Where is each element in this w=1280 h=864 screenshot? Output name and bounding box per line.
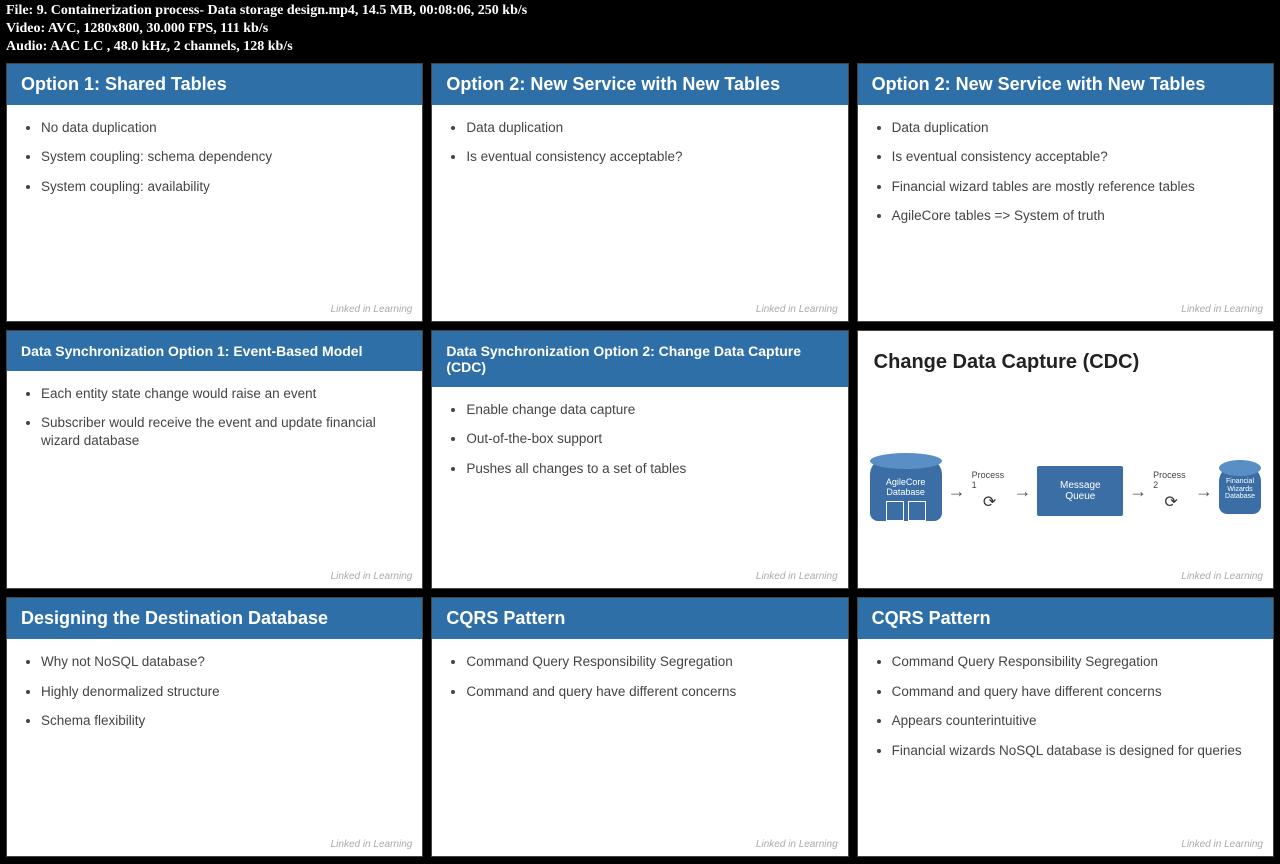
database-icon: AgileCore Database Transaction Logs CDC … (870, 461, 942, 521)
slide-title: Option 2: New Service with New Tables (858, 64, 1273, 105)
cycle-icon: ⟳ (1164, 492, 1177, 512)
bullet: Command and query have different concern… (892, 683, 1257, 701)
slide-body: Enable change data capture Out-of-the-bo… (432, 387, 847, 588)
bullet: No data duplication (41, 119, 406, 137)
bullet: Appears counterintuitive (892, 712, 1257, 730)
file-info-line: File: 9. Containerization process- Data … (6, 2, 1274, 20)
watermark: Linked in Learning (331, 571, 413, 582)
slide-body: Data duplication Is eventual consistency… (432, 105, 847, 321)
cycle-icon: ⟳ (983, 492, 996, 512)
slide-option2-new-service-2: Option 2: New Service with New Tables Da… (857, 63, 1274, 322)
bullet: Command Query Responsibility Segregation (892, 653, 1257, 671)
bullet: Why not NoSQL database? (41, 653, 406, 671)
bullet: Is eventual consistency acceptable? (466, 148, 831, 166)
bullet: Each entity state change would raise an … (41, 385, 406, 403)
watermark: Linked in Learning (331, 839, 413, 850)
slide-title: Data Synchronization Option 2: Change Da… (432, 331, 847, 387)
slide-cqrs-2: CQRS Pattern Command Query Responsibilit… (857, 597, 1274, 856)
slide-title: Option 2: New Service with New Tables (432, 64, 847, 105)
slide-title: Designing the Destination Database (7, 598, 422, 639)
slide-title: CQRS Pattern (858, 598, 1273, 639)
slide-sync-event-based: Data Synchronization Option 1: Event-Bas… (6, 330, 423, 589)
bullet: Financial wizards NoSQL database is desi… (892, 742, 1257, 760)
watermark: Linked in Learning (1181, 571, 1263, 582)
arrow-icon: → (948, 482, 966, 500)
database-icon: Financial Wizards Database (1219, 468, 1261, 514)
slide-destination-db: Designing the Destination Database Why n… (6, 597, 423, 856)
slide-body: Each entity state change would raise an … (7, 371, 422, 588)
grid-icon (908, 501, 926, 521)
watermark: Linked in Learning (331, 304, 413, 315)
bullet: Subscriber would receive the event and u… (41, 414, 406, 449)
message-queue: Message Queue (1037, 466, 1123, 516)
process-1: Process 1 ⟳ (972, 470, 1008, 512)
bullet: Command Query Responsibility Segregation (466, 653, 831, 671)
slide-option2-new-service-1: Option 2: New Service with New Tables Da… (431, 63, 848, 322)
slide-title: Data Synchronization Option 1: Event-Bas… (7, 331, 422, 371)
bullet: Highly denormalized structure (41, 683, 406, 701)
slide-body: Why not NoSQL database? Highly denormali… (7, 639, 422, 855)
arrow-icon: → (1195, 482, 1213, 500)
slide-title: Option 1: Shared Tables (7, 64, 422, 105)
bullet: Data duplication (892, 119, 1257, 137)
watermark: Linked in Learning (756, 571, 838, 582)
financial-wizards-db: Financial Wizards Database (1219, 468, 1261, 514)
slide-sync-cdc: Data Synchronization Option 2: Change Da… (431, 330, 848, 589)
process-2: Process 2 ⟳ (1153, 470, 1189, 512)
slide-body: Command Query Responsibility Segregation… (858, 639, 1273, 855)
bullet: Schema flexibility (41, 712, 406, 730)
slide-grid: Option 1: Shared Tables No data duplicat… (0, 63, 1280, 863)
bullet: Enable change data capture (466, 401, 831, 419)
bullet: Out-of-the-box support (466, 430, 831, 448)
slide-plain-title: Change Data Capture (CDC) (858, 331, 1273, 394)
slide-option1-shared-tables: Option 1: Shared Tables No data duplicat… (6, 63, 423, 322)
slide-cdc-diagram: Change Data Capture (CDC) AgileCore Data… (857, 330, 1274, 589)
arrow-icon: → (1129, 482, 1147, 500)
watermark: Linked in Learning (1181, 839, 1263, 850)
file-icon (886, 501, 904, 521)
audio-info-line: Audio: AAC LC , 48.0 kHz, 2 channels, 12… (6, 38, 1274, 56)
media-metadata-header: File: 9. Containerization process- Data … (0, 0, 1280, 63)
video-info-line: Video: AVC, 1280x800, 30.000 FPS, 111 kb… (6, 20, 1274, 38)
bullet: System coupling: schema dependency (41, 148, 406, 166)
bullet: AgileCore tables => System of truth (892, 207, 1257, 225)
agilecore-db: AgileCore Database Transaction Logs CDC … (870, 461, 942, 521)
watermark: Linked in Learning (756, 304, 838, 315)
cdc-diagram: AgileCore Database Transaction Logs CDC … (858, 394, 1273, 588)
slide-body: Command Query Responsibility Segregation… (432, 639, 847, 855)
bullet: Command and query have different concern… (466, 683, 831, 701)
bullet: Financial wizard tables are mostly refer… (892, 178, 1257, 196)
bullet: Pushes all changes to a set of tables (466, 460, 831, 478)
slide-cqrs-1: CQRS Pattern Command Query Responsibilit… (431, 597, 848, 856)
watermark: Linked in Learning (756, 839, 838, 850)
arrow-icon: → (1013, 482, 1031, 500)
bullet: System coupling: availability (41, 178, 406, 196)
bullet: Is eventual consistency acceptable? (892, 148, 1257, 166)
slide-body: No data duplication System coupling: sch… (7, 105, 422, 321)
watermark: Linked in Learning (1181, 304, 1263, 315)
slide-body: Data duplication Is eventual consistency… (858, 105, 1273, 321)
slide-title: CQRS Pattern (432, 598, 847, 639)
bullet: Data duplication (466, 119, 831, 137)
